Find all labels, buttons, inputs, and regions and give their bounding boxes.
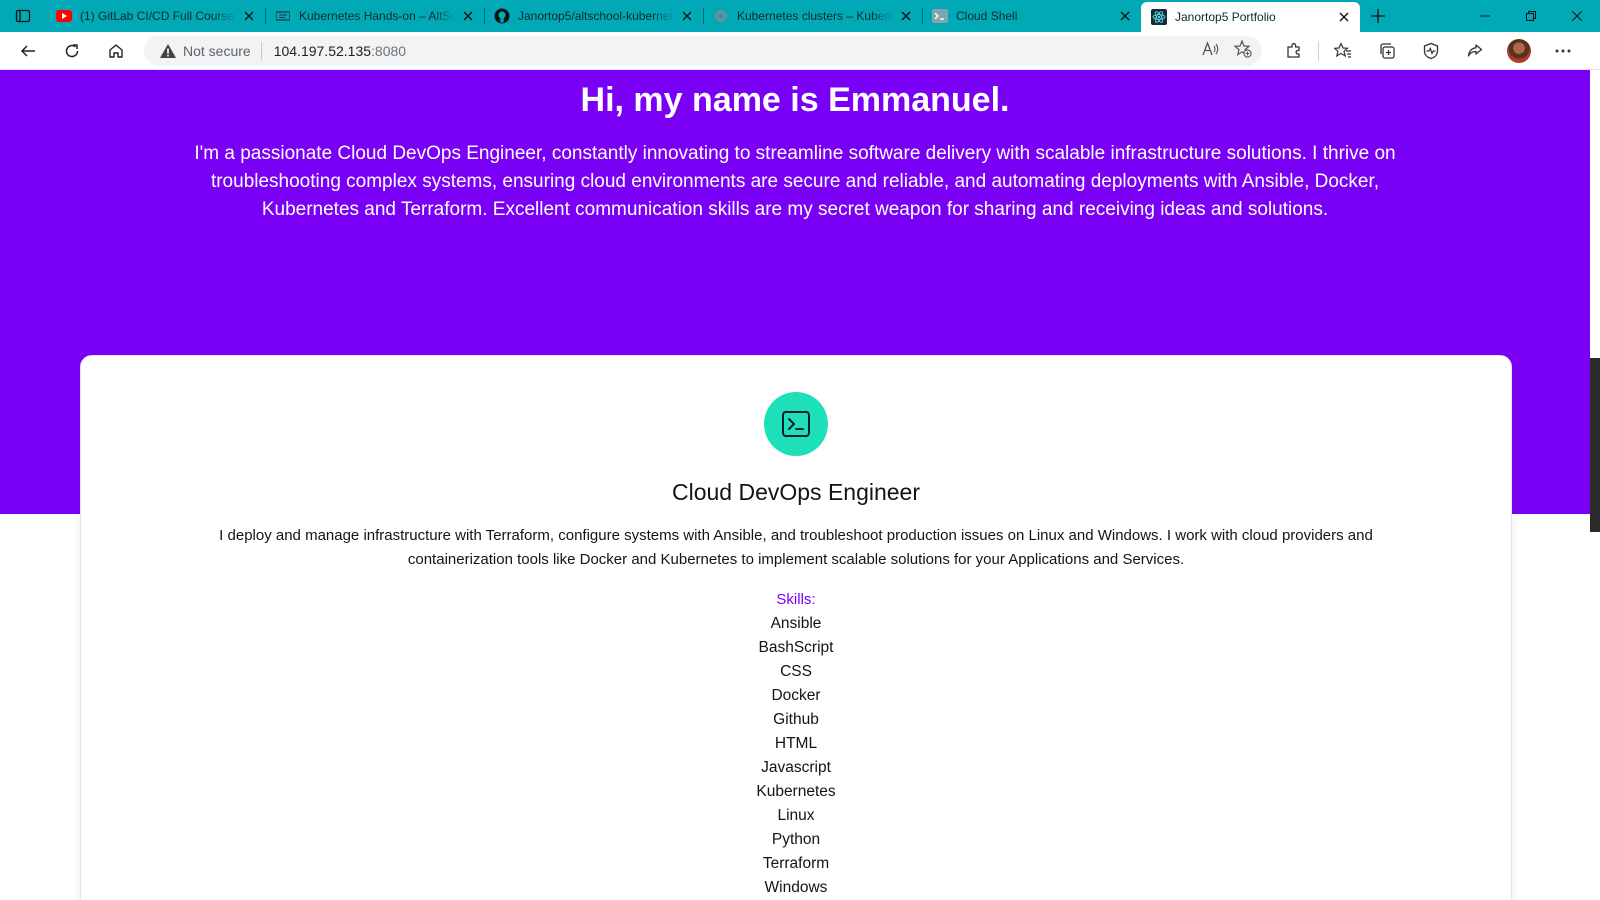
role-description: I deploy and manage infrastructure with …: [219, 527, 1373, 568]
close-icon: [1572, 11, 1582, 21]
skill-item: Windows: [764, 879, 828, 896]
browser-tab-active[interactable]: Janortop5 Portfolio: [1141, 2, 1360, 32]
refresh-icon: [65, 43, 79, 57]
react-icon: [1151, 9, 1167, 25]
terminal-icon: [782, 411, 810, 437]
close-tab-icon[interactable]: [1336, 9, 1352, 25]
browser-tab[interactable]: Cloud Shell: [922, 0, 1141, 32]
home-button[interactable]: [94, 34, 138, 68]
browser-tab[interactable]: Kubernetes Hands-on – AltSch: [265, 0, 484, 32]
scrollbar-thumb[interactable]: [1590, 358, 1600, 532]
plus-icon: [1371, 9, 1385, 23]
tab-title: Kubernetes clusters – Kuberne: [737, 9, 894, 23]
extensions-button[interactable]: [1272, 34, 1316, 68]
skills-list: Ansible BashScript CSS Docker Github HTM…: [81, 612, 1511, 900]
share-button[interactable]: [1453, 34, 1497, 68]
browser-tab[interactable]: Janortop5/altschool-kubernet: [484, 0, 703, 32]
hero-heading: Hi, my name is Emmanuel.: [580, 81, 1010, 119]
page-scrollbar[interactable]: [1590, 70, 1600, 900]
star-plus-icon: [1233, 39, 1252, 58]
back-arrow-icon: [20, 44, 35, 57]
warning-icon: [160, 43, 176, 58]
toolbar-actions: [1272, 34, 1585, 68]
close-tab-icon[interactable]: [1117, 8, 1133, 24]
share-icon: [1467, 43, 1483, 57]
page-viewport: Hi, my name is Emmanuel. I'm a passionat…: [0, 70, 1600, 900]
read-aloud-icon: [1202, 41, 1219, 56]
heartbeat-shield-icon: [1423, 42, 1439, 59]
terminal-icon: [932, 8, 948, 24]
minimize-icon: [1480, 15, 1490, 17]
hero-intro: I'm a passionate Cloud DevOps Engineer, …: [194, 143, 1396, 220]
tab-actions-button[interactable]: [0, 0, 46, 32]
close-window-button[interactable]: [1554, 0, 1600, 32]
skill-item: Github: [773, 711, 819, 728]
tab-title: Janortop5 Portfolio: [1175, 10, 1276, 24]
back-button[interactable]: [6, 34, 50, 68]
skill-item: CSS: [780, 663, 812, 680]
favorites-button[interactable]: [1321, 34, 1365, 68]
browser-tab[interactable]: (1) GitLab CI/CD Full Course re: [46, 0, 265, 32]
tab-actions-icon: [15, 9, 31, 23]
skill-item: Python: [771, 831, 821, 848]
browser-tab[interactable]: Kubernetes clusters – Kuberne: [703, 0, 922, 32]
security-text: Not secure: [183, 42, 251, 59]
browser-essentials-button[interactable]: [1409, 34, 1453, 68]
collections-button[interactable]: [1365, 34, 1409, 68]
tab-title: Kubernetes Hands-on – AltSch: [299, 9, 456, 23]
role-card: Cloud DevOps Engineer I deploy and manag…: [80, 355, 1512, 900]
github-icon: [494, 8, 510, 24]
close-tab-icon[interactable]: [460, 8, 476, 24]
doc-icon: [275, 8, 291, 24]
minimize-button[interactable]: [1462, 0, 1508, 32]
skills-label: Skills:: [776, 591, 816, 608]
avatar: [1507, 38, 1531, 63]
close-tab-icon[interactable]: [898, 8, 914, 24]
favorites-icon: [1334, 41, 1351, 58]
skill-item: Ansible: [770, 615, 822, 632]
role-icon-badge: [764, 392, 828, 456]
puzzle-icon: [1287, 42, 1300, 58]
tab-title: Cloud Shell: [956, 9, 1018, 23]
tab-strip: (1) GitLab CI/CD Full Course re Kubernet…: [0, 0, 1600, 32]
window-controls: [1462, 0, 1600, 32]
close-tab-icon[interactable]: [241, 8, 257, 24]
home-icon: [109, 43, 123, 58]
skill-item: BashScript: [758, 639, 834, 656]
url-host: 104.197.52.135: [273, 42, 372, 59]
url-port: :8080: [371, 42, 407, 59]
role-title: Cloud DevOps Engineer: [671, 479, 921, 505]
close-tab-icon[interactable]: [679, 8, 695, 24]
restore-button[interactable]: [1508, 0, 1554, 32]
new-tab-button[interactable]: [1360, 0, 1396, 32]
skill-item: Javascript: [761, 759, 831, 776]
restore-icon: [1526, 11, 1536, 21]
skill-item: Kubernetes: [756, 783, 836, 800]
profile-button[interactable]: [1497, 34, 1541, 68]
address-bar[interactable]: Not secure 104.197.52.135:8080: [144, 35, 1262, 66]
add-favorite-button[interactable]: [1233, 39, 1252, 61]
toolbar-divider: [1318, 40, 1319, 61]
more-icon: [1555, 49, 1571, 52]
skill-item: Linux: [777, 807, 815, 824]
browser-toolbar: Not secure 104.197.52.135:8080: [0, 32, 1600, 70]
skill-item: HTML: [774, 735, 818, 752]
gear-icon: [713, 8, 729, 24]
tab-title: (1) GitLab CI/CD Full Course re: [80, 9, 237, 23]
settings-menu-button[interactable]: [1541, 34, 1585, 68]
collections-icon: [1380, 42, 1395, 59]
security-indicator[interactable]: Not secure: [160, 41, 262, 60]
tab-title: Janortop5/altschool-kubernet: [518, 9, 673, 23]
skill-item: Terraform: [762, 855, 830, 872]
url-text[interactable]: 104.197.52.135:8080: [274, 43, 406, 59]
read-aloud-button[interactable]: [1202, 41, 1220, 60]
skill-item: Docker: [771, 687, 821, 704]
youtube-icon: [56, 8, 72, 24]
refresh-button[interactable]: [50, 34, 94, 68]
